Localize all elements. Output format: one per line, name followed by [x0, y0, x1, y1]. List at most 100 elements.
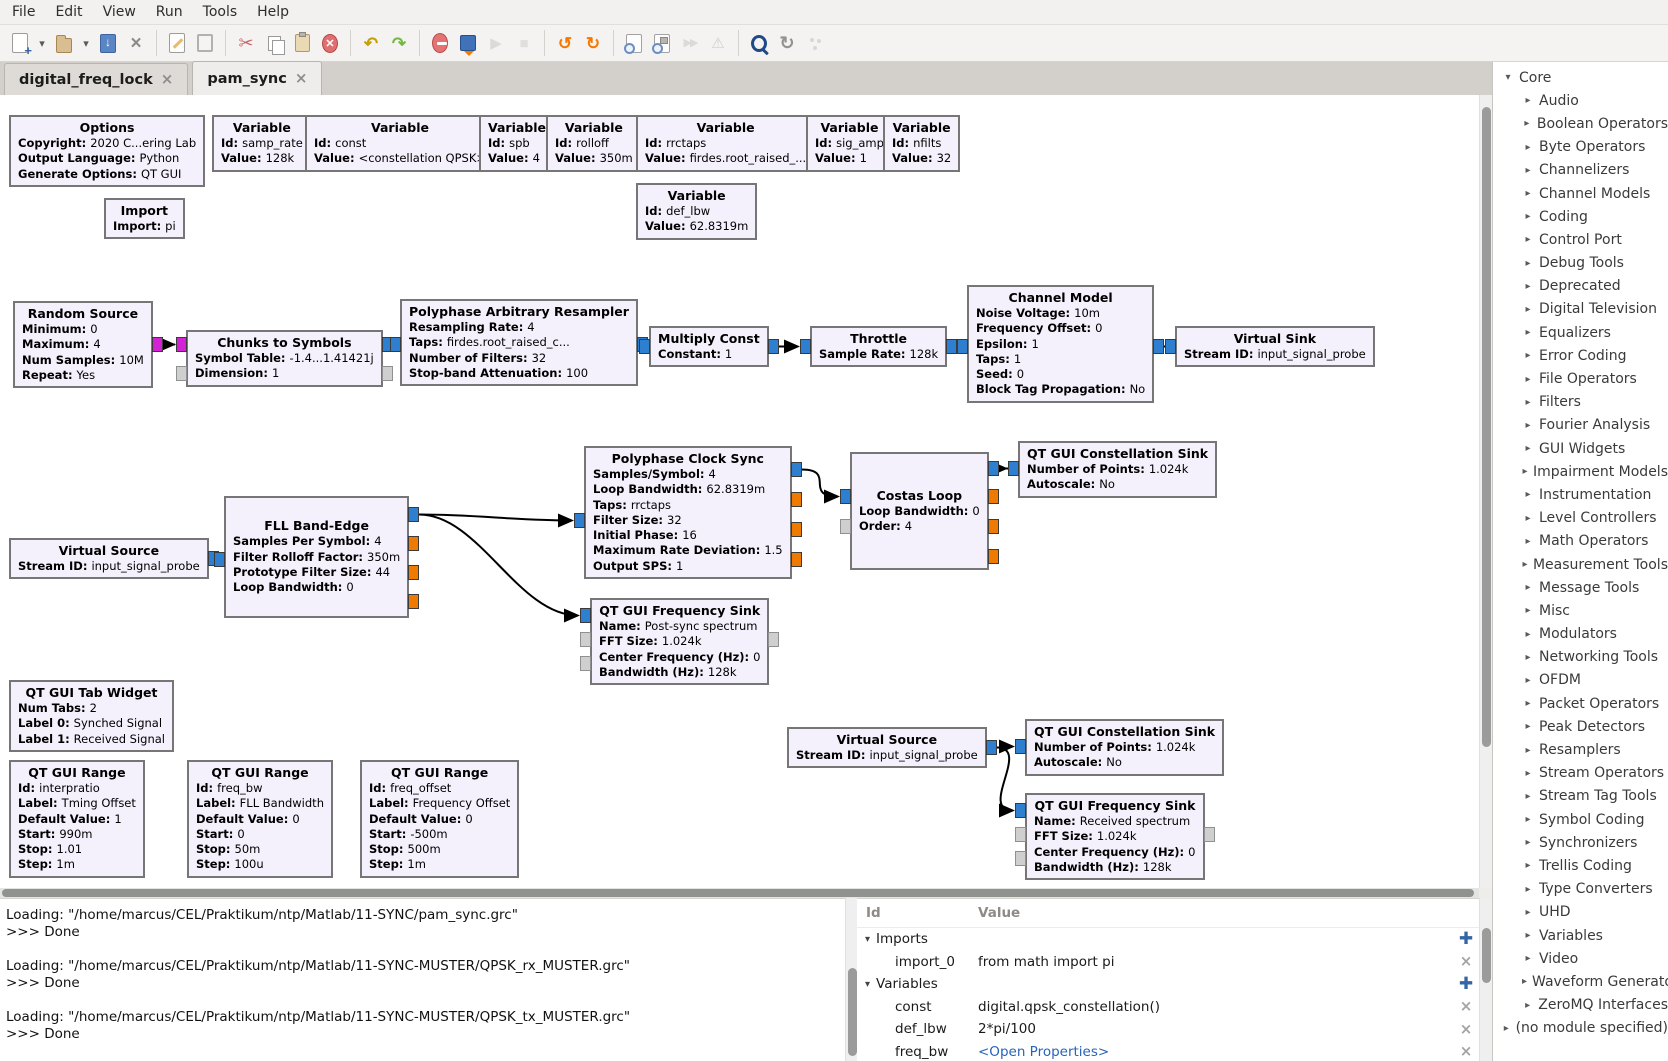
tree-item-no-module[interactable]: ▸ (no module specified) [1493, 1017, 1668, 1040]
flowgraph-canvas[interactable]: OptionsCopyright: 2020 C...ering LabOutp… [0, 95, 1479, 888]
chevron-right-icon[interactable]: ▸ [1522, 350, 1534, 361]
port-in-blue[interactable] [1015, 803, 1026, 818]
block-var_samp_rate[interactable]: VariableId: samp_rateValue: 128k [212, 115, 312, 172]
menu-edit[interactable]: Edit [45, 0, 92, 24]
block-var_sig_amp[interactable]: VariableId: sig_ampValue: 1 [806, 115, 893, 172]
chevron-right-icon[interactable]: ▸ [1522, 118, 1532, 129]
block-polyphase_resampler[interactable]: Polyphase Arbitrary ResamplerResampling … [400, 299, 638, 386]
chevron-right-icon[interactable]: ▸ [1522, 211, 1534, 222]
menu-help[interactable]: Help [247, 0, 299, 24]
port-out-orange[interactable] [791, 522, 802, 537]
chevron-right-icon[interactable]: ▸ [1522, 489, 1534, 500]
tree-item-control-port[interactable]: ▸Control Port [1493, 228, 1668, 251]
port-out-magenta[interactable] [152, 337, 163, 352]
tree-item-video[interactable]: ▸Video [1493, 947, 1668, 970]
block-range_freq_bw[interactable]: QT GUI RangeId: freq_bwLabel: FLL Bandwi… [187, 760, 333, 878]
chevron-right-icon[interactable]: ▸ [1522, 513, 1534, 524]
open-properties-link[interactable]: <Open Properties> [969, 1044, 1453, 1060]
port-out-orange[interactable] [408, 565, 419, 580]
block-const_sink_top[interactable]: QT GUI Constellation SinkNumber of Point… [1018, 441, 1217, 498]
variables-panel-scrollbar-thumb[interactable] [1482, 928, 1491, 983]
block-virtual_source_top[interactable]: Virtual SourceStream ID: input_signal_pr… [9, 538, 209, 579]
port-in-blue[interactable] [639, 339, 650, 354]
block-var_const[interactable]: VariableId: constValue: <constellation Q… [305, 115, 495, 172]
canvas-vertical-scrollbar-thumb[interactable] [1482, 107, 1491, 747]
variables-row-Imports[interactable]: ▾Imports✚ [857, 928, 1479, 951]
tree-item-stream-operators[interactable]: ▸Stream Operators [1493, 762, 1668, 785]
block-throttle[interactable]: ThrottleSample Rate: 128k [810, 326, 947, 367]
block-var_spb[interactable]: VariableId: spbValue: 4 [479, 115, 555, 172]
open-file-dropdown-icon[interactable]: ▾ [78, 28, 94, 58]
select-random-block-icon[interactable] [801, 28, 829, 58]
block-virtual_sink[interactable]: Virtual SinkStream ID: input_signal_prob… [1175, 326, 1375, 367]
port-in-gray[interactable] [580, 656, 591, 671]
tree-item-type-converters[interactable]: ▸Type Converters [1493, 878, 1668, 901]
remove-icon[interactable]: × [1460, 999, 1473, 1014]
block-random_source[interactable]: Random SourceMinimum: 0Maximum: 4Num Sam… [13, 301, 153, 388]
tab-close-icon[interactable]: × [161, 72, 174, 87]
tab-digital_freq_lock[interactable]: digital_freq_lock× [4, 63, 188, 95]
chevron-right-icon[interactable]: ▸ [1522, 953, 1534, 964]
reload-blocks-icon[interactable]: ↻ [773, 28, 801, 58]
block-tab_widget[interactable]: QT GUI Tab WidgetNum Tabs: 2Label 0: Syn… [9, 680, 174, 752]
find-block-icon[interactable] [745, 28, 773, 58]
chevron-right-icon[interactable]: ▸ [1522, 721, 1534, 732]
tree-item-equalizers[interactable]: ▸Equalizers [1493, 321, 1668, 344]
new-file-dropdown-icon[interactable]: ▾ [34, 28, 50, 58]
port-in-blue[interactable] [574, 513, 585, 528]
port-out-orange[interactable] [988, 489, 999, 504]
block-const_sink_bottom[interactable]: QT GUI Constellation SinkNumber of Point… [1025, 719, 1224, 776]
undo-icon[interactable]: ↶ [357, 28, 385, 58]
tree-item-deprecated[interactable]: ▸Deprecated [1493, 275, 1668, 298]
chevron-right-icon[interactable]: ▸ [1522, 397, 1534, 408]
block-channel_model[interactable]: Channel ModelNoise Voltage: 10mFrequency… [967, 285, 1154, 403]
block-chunks_to_symbols[interactable]: Chunks to SymbolsSymbol Table: -1.4...1.… [186, 330, 383, 387]
chevron-right-icon[interactable]: ▸ [1522, 907, 1534, 918]
port-out-blue[interactable] [1153, 339, 1164, 354]
kill-flowgraph-icon[interactable]: ■ [510, 28, 538, 58]
chevron-right-icon[interactable]: ▸ [1522, 1000, 1533, 1011]
chevron-right-icon[interactable]: ▸ [1522, 188, 1534, 199]
canvas-horizontal-scrollbar-thumb[interactable] [2, 889, 1474, 897]
tree-item-filters[interactable]: ▸Filters [1493, 391, 1668, 414]
tree-item-math-operators[interactable]: ▸Math Operators [1493, 530, 1668, 553]
tree-item-resamplers[interactable]: ▸Resamplers [1493, 738, 1668, 761]
port-in-gray[interactable] [1015, 851, 1026, 866]
tree-item-modulators[interactable]: ▸Modulators [1493, 623, 1668, 646]
port-in-blue[interactable] [580, 608, 591, 623]
port-in-magenta[interactable] [176, 337, 187, 352]
remove-icon[interactable]: × [1460, 1044, 1473, 1059]
tree-item-fourier-analysis[interactable]: ▸Fourier Analysis [1493, 414, 1668, 437]
menu-run[interactable]: Run [146, 0, 193, 24]
port-out-blue[interactable] [986, 740, 997, 755]
cut-icon[interactable]: ✂ [232, 28, 260, 58]
block-options[interactable]: OptionsCopyright: 2020 C...ering LabOutp… [9, 115, 205, 187]
add-icon[interactable]: ✚ [1459, 931, 1473, 948]
bypass-blocks-icon[interactable]: ▶▶ [676, 28, 704, 58]
tree-item-symbol-coding[interactable]: ▸Symbol Coding [1493, 808, 1668, 831]
port-in-gray[interactable] [1015, 827, 1026, 842]
chevron-right-icon[interactable]: ▸ [1522, 165, 1534, 176]
chevron-right-icon[interactable]: ▸ [1522, 304, 1534, 315]
tree-item-measurement-tools[interactable]: ▸Measurement Tools [1493, 553, 1668, 576]
tree-item-error-coding[interactable]: ▸Error Coding [1493, 344, 1668, 367]
port-in-gray[interactable] [840, 519, 851, 534]
tree-item-waveform-generators[interactable]: ▸Waveform Generators [1493, 970, 1668, 993]
port-in-gray[interactable] [580, 632, 591, 647]
tree-item-level-controllers[interactable]: ▸Level Controllers [1493, 507, 1668, 530]
tree-item-trellis-coding[interactable]: ▸Trellis Coding [1493, 854, 1668, 877]
chevron-right-icon[interactable]: ▸ [1522, 420, 1534, 431]
menu-file[interactable]: File [0, 0, 45, 24]
chevron-right-icon[interactable]: ▸ [1522, 234, 1534, 245]
port-in-blue[interactable] [390, 337, 401, 352]
console-scrollbar-thumb[interactable] [848, 968, 857, 1056]
tree-item-synchronizers[interactable]: ▸Synchronizers [1493, 831, 1668, 854]
port-in-blue[interactable] [840, 489, 851, 504]
chevron-right-icon[interactable]: ▸ [1522, 884, 1534, 895]
flowgraph-properties-icon[interactable] [163, 28, 191, 58]
tree-item-misc[interactable]: ▸Misc [1493, 599, 1668, 622]
tree-item-packet-operators[interactable]: ▸Packet Operators [1493, 692, 1668, 715]
port-out-gray[interactable] [1204, 827, 1215, 842]
execute-flowgraph-icon[interactable]: ▶ [482, 28, 510, 58]
row-value[interactable]: digital.qpsk_constellation() [969, 999, 1453, 1015]
